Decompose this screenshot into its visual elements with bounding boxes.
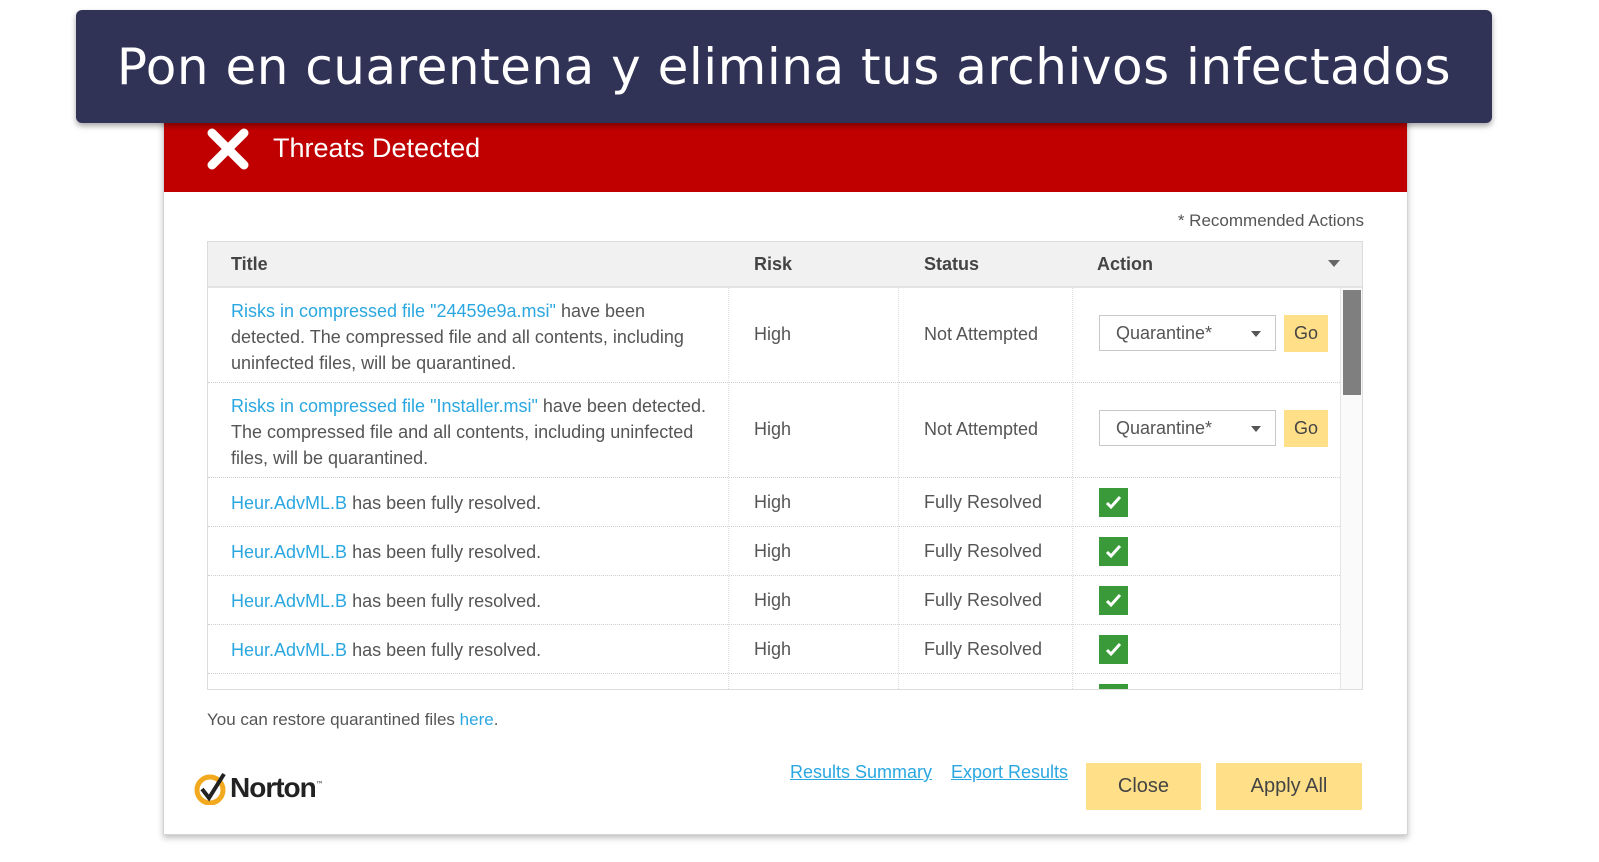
threats-table: Title Risk Status Action Risks in compre…	[207, 241, 1363, 690]
restore-text: You can restore quarantined files	[207, 710, 460, 729]
resolved-check-icon	[1099, 635, 1128, 664]
action-cell: Quarantine* Go	[1099, 315, 1328, 352]
norton-logo-text: Norton	[230, 772, 317, 803]
threat-text: has been fully resolved.	[347, 542, 542, 562]
action-select[interactable]: Quarantine*	[1099, 410, 1276, 446]
threat-description: Heur.AdvML.B has been fully resolved.	[231, 637, 721, 663]
status-value: Fully Resolved	[924, 541, 1043, 561]
banner-text: Pon en cuarentena y elimina tus archivos…	[116, 37, 1452, 96]
go-button[interactable]: Go	[1284, 315, 1328, 352]
table-row: Heur.AdvML.B has been fully resolved. Hi…	[208, 625, 1340, 674]
action-cell	[1099, 488, 1128, 517]
column-header-action[interactable]: Action	[1097, 254, 1153, 275]
status-value: Fully Resolved	[924, 639, 1043, 659]
threat-description: Heur.AdvML.B has been fully resolved.	[231, 490, 721, 516]
risk-value: High	[754, 419, 792, 439]
column-header-status[interactable]: Status	[924, 254, 979, 275]
threats-dialog: Threats Detected * Recommended Actions T…	[163, 100, 1408, 835]
threat-link[interactable]: Heur.AdvML.B	[231, 542, 347, 562]
status-value: Fully Resolved	[924, 492, 1043, 512]
restore-here-link[interactable]: here	[460, 710, 494, 729]
action-select-value: Quarantine*	[1116, 323, 1213, 343]
status-value: Not Attempted	[924, 324, 1039, 344]
table-row: Heur.AdvML.B has been fully resolved. Hi…	[208, 478, 1340, 527]
close-button[interactable]: Close	[1086, 763, 1201, 810]
dialog-title: Threats Detected	[273, 133, 481, 163]
risk-value: High	[754, 541, 792, 561]
recommended-actions-note: * Recommended Actions	[1177, 211, 1364, 230]
threat-description: Risks in compressed file "24459e9a.msi" …	[231, 298, 721, 376]
trademark-symbol: ™	[315, 780, 324, 789]
resolved-check-icon	[1099, 537, 1128, 566]
scrollbar-thumb[interactable]	[1343, 290, 1361, 395]
go-button[interactable]: Go	[1284, 410, 1328, 447]
risk-value: High	[754, 324, 792, 344]
threat-link[interactable]: Risks in compressed file "Installer.msi"	[231, 396, 538, 416]
threat-link[interactable]: Heur.AdvML.B	[231, 591, 347, 611]
column-header-risk[interactable]: Risk	[754, 254, 792, 275]
table-scrollbar[interactable]	[1340, 288, 1362, 689]
table-row: Heur.AdvML.B has been fully resolved. Hi…	[208, 527, 1340, 576]
action-cell	[1099, 537, 1128, 566]
risk-value: High	[754, 492, 792, 512]
column-header-title[interactable]: Title	[231, 254, 268, 275]
norton-logo: Norton ™	[194, 768, 324, 808]
partial-row-check-icon	[1099, 684, 1128, 689]
threat-description: Risks in compressed file "Installer.msi"…	[231, 393, 721, 471]
restore-note: You can restore quarantined files here.	[207, 710, 498, 730]
table-row: Risks in compressed file "Installer.msi"…	[208, 383, 1340, 478]
action-select[interactable]: Quarantine*	[1099, 315, 1276, 351]
action-cell	[1099, 586, 1128, 615]
table-body: Risks in compressed file "24459e9a.msi" …	[208, 288, 1340, 689]
resolved-check-icon	[1099, 488, 1128, 517]
threat-link[interactable]: Risks in compressed file "24459e9a.msi"	[231, 301, 556, 321]
action-select-value: Quarantine*	[1116, 418, 1213, 438]
threat-text: has been fully resolved.	[347, 591, 542, 611]
action-cell: Quarantine* Go	[1099, 410, 1328, 447]
threat-text: has been fully resolved.	[347, 640, 542, 660]
status-value: Fully Resolved	[924, 590, 1043, 610]
threat-text: has been fully resolved.	[347, 493, 542, 513]
status-value: Not Attempted	[924, 419, 1039, 439]
norton-check-icon	[194, 772, 226, 805]
apply-all-button[interactable]: Apply All	[1216, 763, 1362, 810]
close-x-icon	[204, 125, 252, 173]
threat-link[interactable]: Heur.AdvML.B	[231, 493, 347, 513]
resolved-check-icon	[1099, 586, 1128, 615]
risk-value: High	[754, 639, 792, 659]
table-row: Heur.AdvML.B has been fully resolved. Hi…	[208, 576, 1340, 625]
table-header: Title Risk Status Action	[208, 242, 1362, 288]
chevron-down-icon	[1251, 331, 1261, 337]
results-summary-link[interactable]: Results Summary	[790, 762, 932, 783]
title-banner: Pon en cuarentena y elimina tus archivos…	[76, 10, 1492, 123]
threat-description: Heur.AdvML.B has been fully resolved.	[231, 539, 721, 565]
threat-description: Heur.AdvML.B has been fully resolved.	[231, 588, 721, 614]
export-results-link[interactable]: Export Results	[951, 762, 1068, 783]
threat-link[interactable]: Heur.AdvML.B	[231, 640, 347, 660]
column-menu-chevron-down-icon[interactable]	[1328, 260, 1340, 267]
risk-value: High	[754, 590, 792, 610]
action-cell	[1099, 635, 1128, 664]
chevron-down-icon	[1251, 426, 1261, 432]
restore-suffix: .	[493, 710, 499, 729]
table-row: Risks in compressed file "24459e9a.msi" …	[208, 288, 1340, 383]
